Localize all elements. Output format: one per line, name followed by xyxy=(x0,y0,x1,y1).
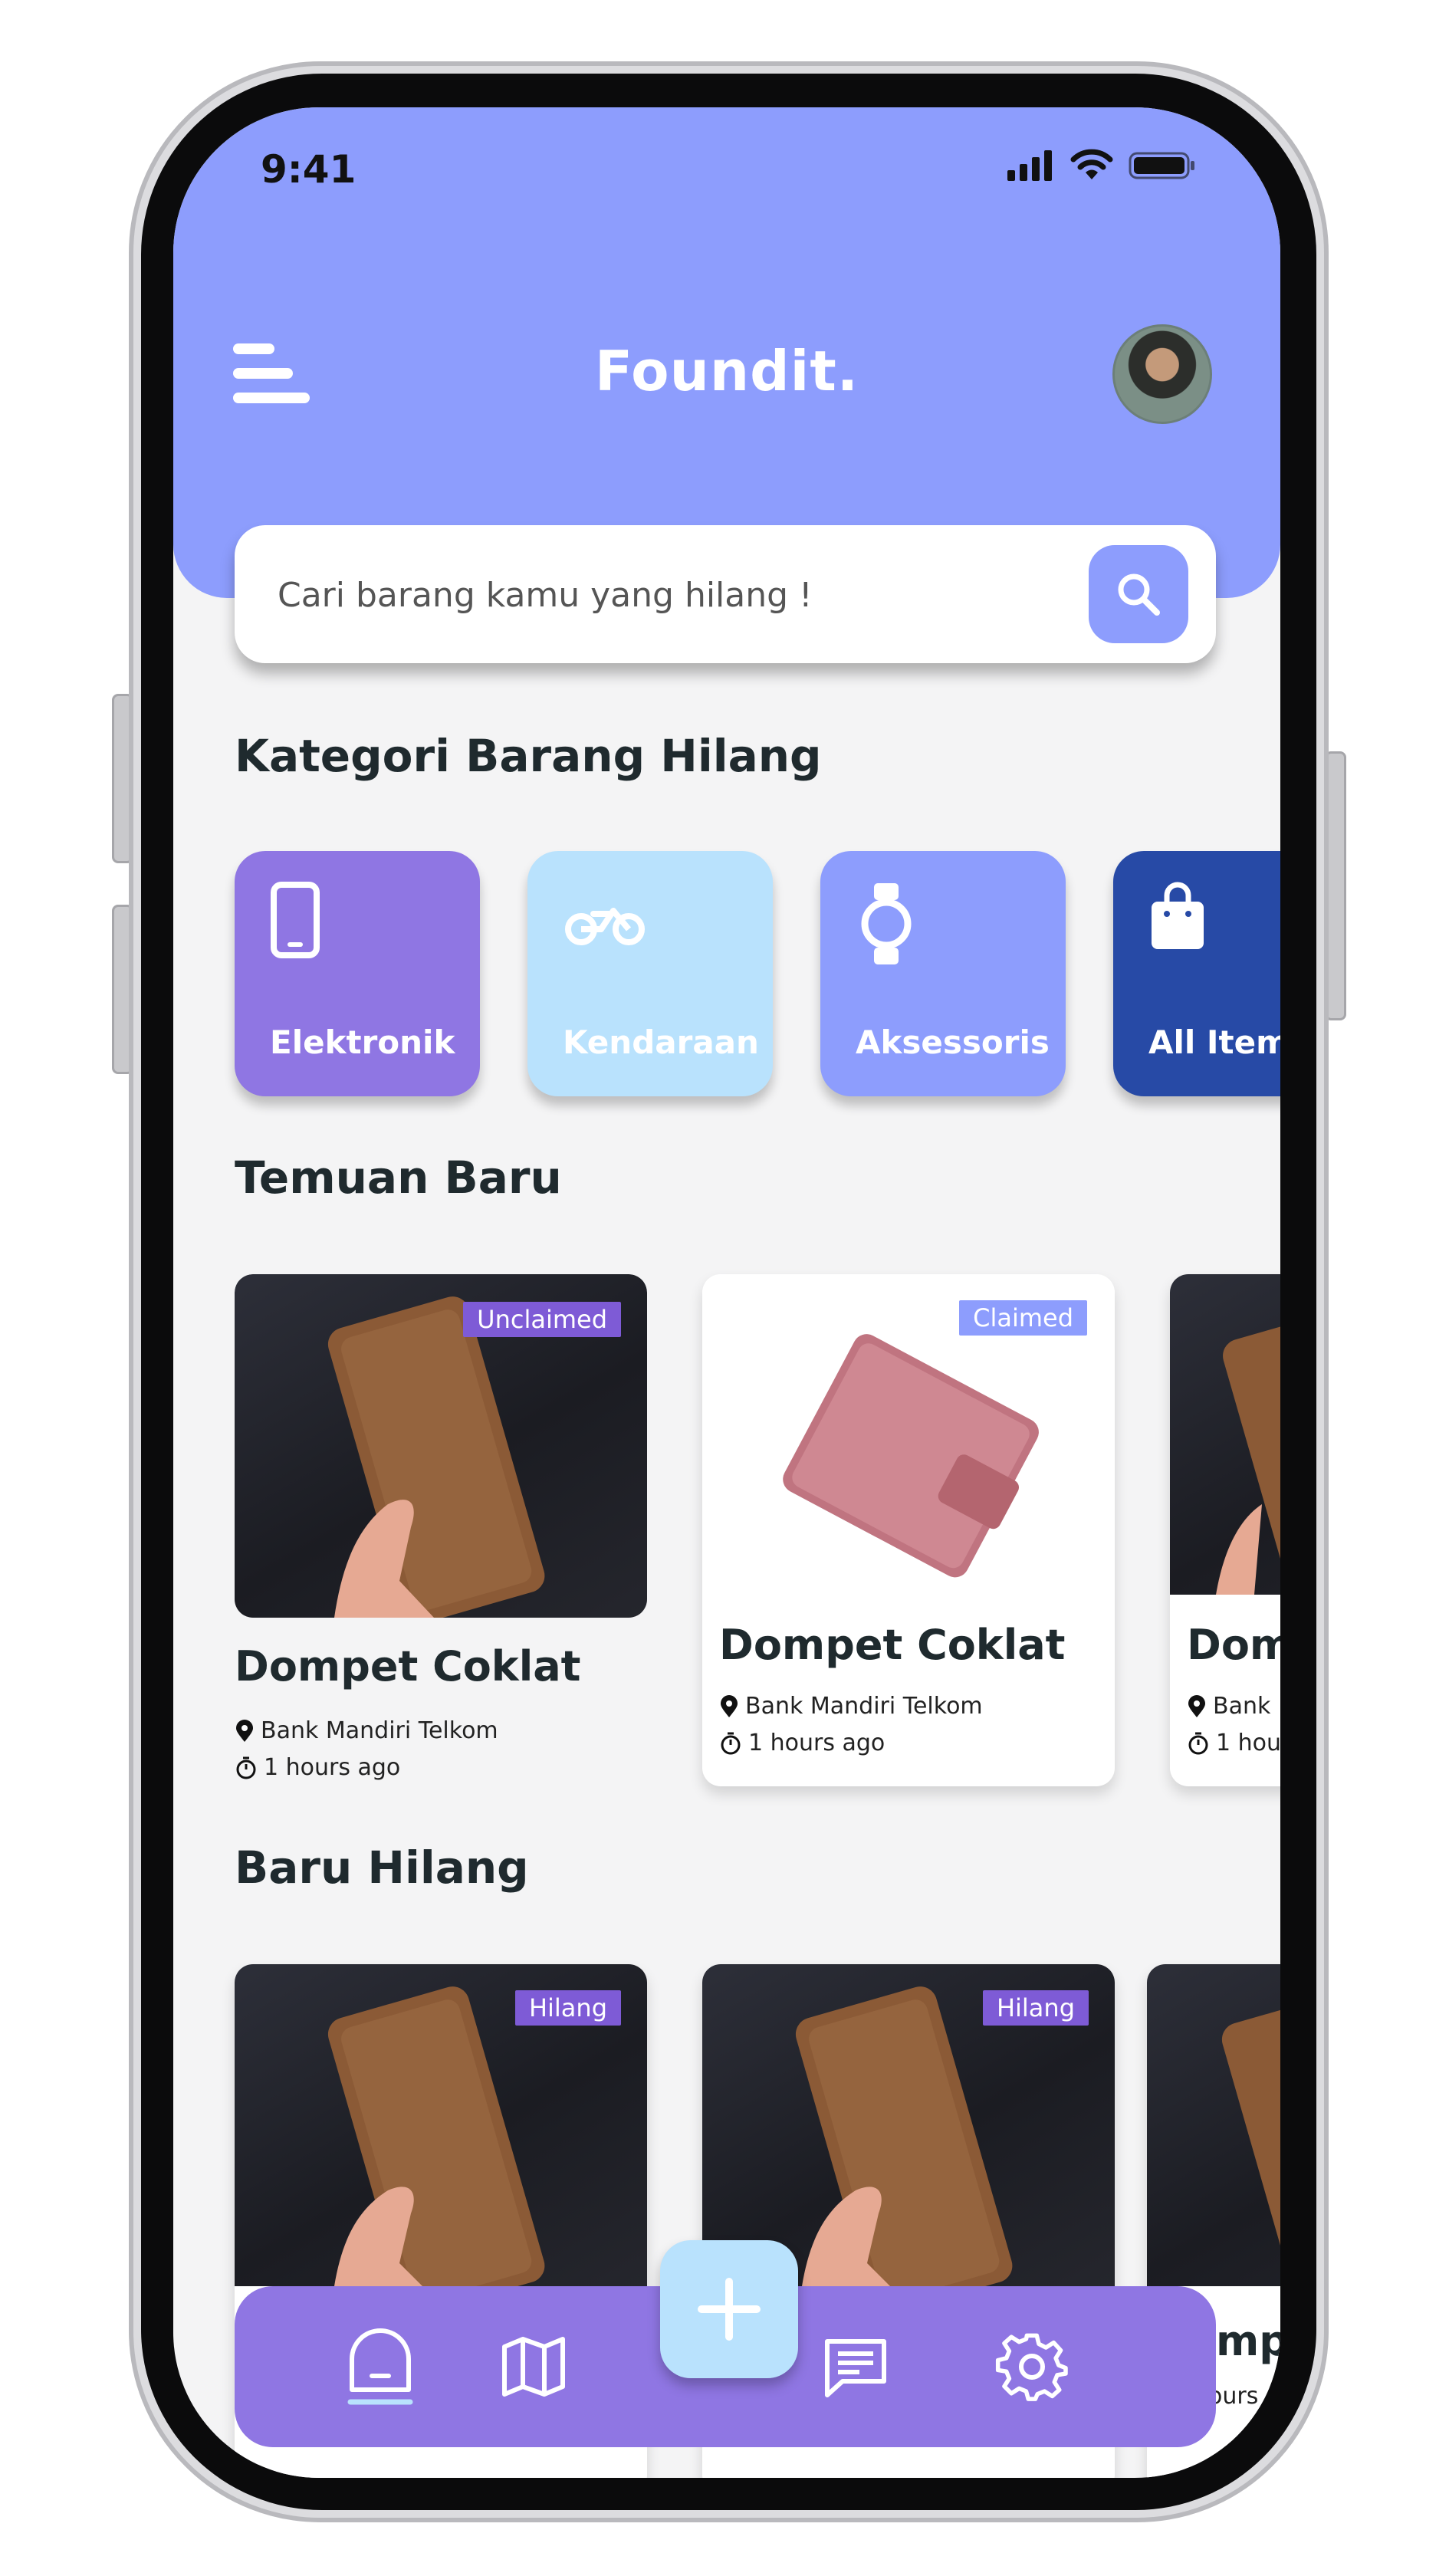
stopwatch-icon xyxy=(1188,1732,1208,1754)
status-icons xyxy=(1007,149,1196,181)
item-time: 1 hour xyxy=(1187,1730,1280,1756)
category-label: Aksessoris xyxy=(856,1024,1050,1061)
status-badge: Unclaimed xyxy=(463,1302,621,1337)
item-location: Bank Mandiri Telkom xyxy=(719,1693,983,1720)
app-header: 9:41 Foundit. xyxy=(173,107,1280,598)
location-pin-icon xyxy=(236,1719,253,1742)
nav-chat[interactable] xyxy=(813,2325,898,2409)
location-pin-icon xyxy=(1188,1694,1205,1717)
shopping-bag-icon xyxy=(1152,882,1204,949)
item-time: 1 hours ago xyxy=(235,1754,400,1781)
app-screen: 9:41 Foundit. Cari barang kamu yang hila… xyxy=(173,107,1280,2478)
time-text: 1 hour xyxy=(1216,1730,1280,1756)
category-label: All Item xyxy=(1148,1024,1280,1061)
category-label: Kendaraan xyxy=(563,1024,759,1061)
smartphone-icon xyxy=(271,882,320,958)
item-title: Dompet Coklat xyxy=(235,1642,581,1691)
brown-wallet-illustration xyxy=(1221,1992,1280,2286)
chat-icon xyxy=(825,2339,886,2397)
item-title: mp xyxy=(1216,2317,1280,2365)
temuan-baru-title: Temuan Baru xyxy=(235,1152,562,1204)
wallet-image xyxy=(1147,1964,1280,2286)
signal-icon xyxy=(1007,150,1052,181)
item-title: Dom xyxy=(1187,1621,1280,1669)
category-label: Elektronik xyxy=(270,1024,455,1061)
location-pin-icon xyxy=(721,1694,738,1717)
time-text: 1 hours ago xyxy=(748,1730,886,1756)
search-input[interactable] xyxy=(276,556,1015,634)
search-button[interactable] xyxy=(1089,545,1188,643)
categories-title: Kategori Barang Hilang xyxy=(235,730,822,782)
stopwatch-icon xyxy=(721,1732,741,1754)
search-bar xyxy=(235,525,1216,663)
wifi-icon xyxy=(1070,149,1113,179)
stopwatch-icon xyxy=(236,1756,256,1779)
item-time: 1 hours ago xyxy=(719,1730,885,1756)
item-title: Dompet Coklat xyxy=(719,1621,1066,1669)
nav-home[interactable] xyxy=(338,2325,422,2409)
add-button[interactable] xyxy=(660,2240,798,2378)
status-badge: Hilang xyxy=(514,1990,621,2026)
category-aksessoris[interactable]: Aksessoris xyxy=(820,851,1066,1096)
location-text: Bank xyxy=(1213,1693,1271,1720)
brown-wallet-illustration xyxy=(1216,1308,1280,1595)
status-badge: Hilang xyxy=(982,1990,1089,2026)
location-text: Bank Mandiri Telkom xyxy=(261,1717,498,1744)
baru-hilang-title: Baru Hilang xyxy=(235,1842,529,1894)
temuan-card[interactable]: Claimed Dompet Coklat Bank Mandiri Telko… xyxy=(702,1274,1115,1786)
category-elektronik[interactable]: Elektronik xyxy=(235,851,480,1096)
temuan-card[interactable]: Unclaimed Dompet Coklat Bank Mandiri Tel… xyxy=(235,1274,647,1788)
motorcycle-icon xyxy=(565,908,645,945)
item-location: Bank Mandiri Telkom xyxy=(235,1717,498,1744)
category-all-item[interactable]: All Item xyxy=(1113,851,1280,1096)
status-time: 9:41 xyxy=(261,147,356,192)
avatar[interactable] xyxy=(1112,324,1212,424)
battery-icon xyxy=(1129,152,1194,179)
category-kendaraan[interactable]: Kendaraan xyxy=(527,851,773,1096)
wallet-image xyxy=(1170,1274,1280,1595)
search-icon xyxy=(1118,573,1160,616)
home-icon xyxy=(347,2328,413,2405)
nav-settings[interactable] xyxy=(990,2325,1074,2409)
time-text: 1 hours ago xyxy=(264,1754,401,1781)
settings-icon xyxy=(995,2333,1068,2401)
map-icon xyxy=(502,2337,565,2397)
temuan-card[interactable]: Dom Bank 1 hour xyxy=(1170,1274,1280,1786)
location-text: Bank Mandiri Telkom xyxy=(745,1693,983,1720)
nav-map[interactable] xyxy=(491,2325,576,2409)
item-location: Bank xyxy=(1187,1693,1270,1720)
status-badge: Claimed xyxy=(959,1300,1087,1336)
watch-icon xyxy=(861,883,912,964)
add-icon xyxy=(698,2278,761,2341)
